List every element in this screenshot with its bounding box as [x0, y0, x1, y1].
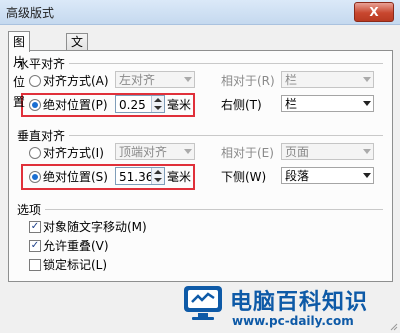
chevron-down-icon — [363, 77, 371, 82]
vertical-section-title: 垂直对齐 — [17, 129, 66, 143]
vertical-below-label: 下侧(W) — [221, 170, 267, 184]
vertical-below-select[interactable]: 段落 — [281, 167, 374, 184]
spin-buttons[interactable] — [151, 96, 164, 112]
vertical-align-label: 对齐方式(I) — [43, 146, 104, 160]
lock-anchor-label: 锁定标记(L) — [43, 258, 108, 272]
vertical-below-value: 段落 — [285, 169, 310, 183]
lock-anchor-checkbox[interactable] — [29, 259, 41, 271]
tab-panel: 水平对齐 对齐方式(A) 左对齐 相对于(R) 栏 绝对位置(P) 0.25 毫… — [8, 50, 393, 282]
vertical-absolute-value: 51.36 — [119, 170, 154, 184]
move-with-text-checkbox[interactable]: ✓ — [29, 221, 41, 233]
watermark-url: www.pc-daily.com — [232, 314, 354, 328]
horizontal-right-of-select[interactable]: 栏 — [281, 95, 374, 112]
vertical-align-select[interactable]: 顶端对齐 — [115, 143, 195, 160]
close-button[interactable]: X — [354, 2, 394, 22]
chevron-down-icon — [184, 149, 192, 154]
chevron-down-icon — [184, 77, 192, 82]
vertical-divider — [69, 135, 383, 136]
allow-overlap-checkbox[interactable]: ✓ — [29, 240, 41, 252]
tab-text-wrap[interactable]: 文字环绕 — [66, 33, 89, 100]
horizontal-relative-value: 栏 — [285, 73, 298, 87]
vertical-relative-label: 相对于(E) — [221, 146, 274, 160]
horizontal-align-value: 左对齐 — [119, 73, 156, 87]
spin-buttons[interactable] — [151, 168, 164, 184]
horizontal-relative-select[interactable]: 栏 — [281, 71, 374, 88]
vertical-align-value: 顶端对齐 — [119, 145, 168, 159]
allow-overlap-label: 允许重叠(V) — [43, 239, 109, 253]
spin-up-icon[interactable] — [154, 98, 162, 102]
window-title: 高级版式 — [6, 6, 55, 20]
options-section-title: 选项 — [17, 203, 42, 217]
horizontal-absolute-input[interactable]: 0.25 — [115, 95, 165, 113]
chevron-down-icon — [363, 101, 371, 106]
vertical-relative-value: 页面 — [285, 145, 310, 159]
watermark-title: 电脑百科知识 — [230, 290, 369, 315]
horizontal-absolute-radio[interactable] — [29, 99, 41, 111]
title-bar: 高级版式 X — [0, 0, 400, 25]
spin-up-icon[interactable] — [154, 170, 162, 174]
watermark: 电脑百科知识 www.pc-daily.com — [180, 282, 400, 333]
vertical-relative-select[interactable]: 页面 — [281, 143, 374, 160]
vertical-absolute-label: 绝对位置(S) — [43, 170, 108, 184]
options-divider — [45, 209, 383, 210]
horizontal-divider — [69, 63, 383, 64]
horizontal-align-label: 对齐方式(A) — [43, 74, 109, 88]
move-with-text-label: 对象随文字移动(M) — [43, 220, 147, 234]
horizontal-align-radio[interactable] — [29, 75, 41, 87]
spin-down-icon[interactable] — [154, 106, 162, 110]
horizontal-right-of-value: 栏 — [285, 97, 298, 111]
horizontal-unit-label: 毫米 — [167, 98, 192, 112]
horizontal-absolute-value: 0.25 — [119, 98, 146, 112]
tab-picture-position[interactable]: 图片位置 — [8, 31, 31, 109]
vertical-unit-label: 毫米 — [167, 170, 192, 184]
vertical-align-radio[interactable] — [29, 147, 41, 159]
horizontal-right-of-label: 右侧(T) — [221, 98, 262, 112]
chevron-down-icon — [363, 149, 371, 154]
horizontal-align-select[interactable]: 左对齐 — [115, 71, 195, 88]
horizontal-absolute-label: 绝对位置(P) — [43, 98, 108, 112]
vertical-absolute-input[interactable]: 51.36 — [115, 167, 165, 185]
watermark-logo-icon — [184, 286, 222, 320]
horizontal-relative-label: 相对于(R) — [221, 74, 275, 88]
spin-down-icon[interactable] — [154, 178, 162, 182]
chevron-down-icon — [363, 173, 371, 178]
vertical-absolute-radio[interactable] — [29, 171, 41, 183]
